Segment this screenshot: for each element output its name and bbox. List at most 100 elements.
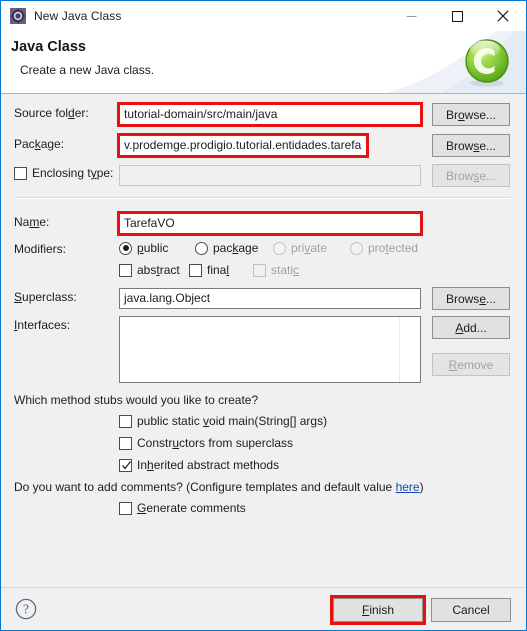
stub-check-main[interactable]: public static void main(String[] args) — [119, 414, 327, 428]
radio-public-dot — [122, 245, 129, 251]
enclosing-type-checkbox-box[interactable] — [14, 166, 27, 180]
browse1-mnemonic: o — [457, 107, 465, 122]
browse1-pre: Br — [445, 107, 458, 122]
interfaces-add-button[interactable]: Add... — [432, 316, 510, 339]
modifier-radio-protected: protected — [350, 241, 418, 255]
radio2-post: ate — [310, 241, 328, 255]
page-subtitle: Create a new Java class. — [20, 63, 155, 77]
radio-private-circle — [273, 241, 286, 255]
new-java-class-dialog: New Java Class Java Class Create a new J… — [0, 0, 527, 631]
close-icon — [497, 10, 509, 22]
stub0-post: oid main(String[] args) — [209, 414, 328, 428]
checkbox-inherited-box[interactable] — [119, 458, 132, 472]
checkbox-static-box — [253, 263, 266, 277]
maximize-icon — [451, 10, 463, 22]
method-stubs-question-text: Which method stubs would you like to cre… — [14, 393, 259, 407]
name-label: Name: — [14, 215, 49, 229]
generate-comments-check[interactable]: Generate comments — [119, 501, 246, 515]
cancel-button[interactable]: Cancel — [431, 598, 511, 622]
enclosing-type-checkbox[interactable]: Enclosing type: — [14, 166, 113, 180]
radio-public-circle[interactable] — [119, 241, 132, 255]
configure-templates-link[interactable]: here — [396, 480, 420, 494]
minimize-button[interactable] — [388, 1, 434, 31]
stub2-pre: In — [137, 458, 148, 472]
browse4-pre: Brows — [445, 291, 480, 306]
package-browse-button[interactable]: Browse... — [432, 134, 510, 157]
checkbox-main-box[interactable] — [119, 414, 132, 428]
checkbox-abstract-box[interactable] — [119, 263, 132, 277]
interfaces-listbox-divider — [399, 317, 400, 382]
interfaces-listbox[interactable] — [119, 316, 421, 383]
radio0-post: ublic — [143, 241, 169, 255]
minimize-icon — [406, 15, 416, 17]
help-icon[interactable]: ? — [15, 598, 37, 620]
chk2-pre: stati — [271, 263, 294, 277]
modifiers-label-text: Modifiers: — [14, 242, 67, 256]
enclosing-type-browse-button: Browse... — [432, 164, 510, 187]
finish-button[interactable]: Finish — [333, 598, 423, 622]
modifier-radio-public[interactable]: public — [119, 241, 168, 255]
radio1-pre: pac — [213, 241, 233, 255]
stub0-pre: public static — [137, 414, 204, 428]
browse2-post: e... — [479, 138, 497, 153]
chk2-mnemonic: c — [293, 263, 300, 277]
name-label-pre: Na — [14, 215, 30, 229]
maximize-button[interactable] — [434, 1, 480, 31]
wizard-body: Source folder: tutorial-domain/src/main/… — [1, 94, 526, 587]
stub-check-inherited[interactable]: Inherited abstract methods — [119, 458, 279, 472]
comments-question-pre: Do you want to add comments? (Configure … — [14, 480, 396, 494]
modifiers-label: Modifiers: — [14, 242, 66, 256]
checkbox-constructors-box[interactable] — [119, 436, 132, 450]
chk0-pre: abs — [137, 263, 157, 277]
svg-text:?: ? — [23, 602, 29, 617]
stub1-post: ctors from superclass — [179, 436, 294, 450]
modifier-radio-package[interactable]: package — [195, 241, 258, 255]
dialog-footer: ? Finish Cancel — [1, 587, 526, 630]
browse1-post: wse... — [464, 107, 497, 122]
window-title: New Java Class — [34, 9, 122, 23]
source-folder-browse-button[interactable]: Browse... — [432, 103, 510, 126]
superclass-label-post: uperclass: — [22, 290, 77, 304]
source-folder-label: Source folder: — [14, 106, 89, 120]
stub1-pre: Constr — [137, 436, 173, 450]
radio2-pre: pri — [291, 241, 305, 255]
checkbox-final-box[interactable] — [189, 263, 202, 277]
radio-package-circle[interactable] — [195, 241, 208, 255]
modifier-check-final[interactable]: final — [189, 263, 229, 277]
enclosing-type-input — [119, 165, 421, 186]
eclipse-wizard-icon — [10, 8, 26, 24]
source-folder-label-mnemonic: d — [68, 106, 75, 120]
modifier-check-abstract[interactable]: abstract — [119, 263, 180, 277]
name-input[interactable]: TarefaVO — [119, 213, 421, 234]
radio0-mnemonic: p — [137, 241, 144, 255]
superclass-label: Superclass: — [14, 290, 77, 304]
superclass-browse-button[interactable]: Browse... — [432, 287, 510, 310]
gen-post: enerate comments — [146, 501, 246, 515]
browse4-mnemonic: e — [479, 291, 486, 306]
finish-post: inish — [369, 603, 395, 617]
superclass-input[interactable]: java.lang.Object — [119, 288, 421, 309]
remove-mnemonic: R — [448, 357, 458, 372]
radio3-post: ected — [388, 241, 419, 255]
modifier-radio-private: private — [273, 241, 327, 255]
package-label-post: age: — [40, 137, 65, 151]
browse3-pre: Brow — [445, 168, 474, 183]
green-c-badge-icon — [465, 39, 509, 87]
enclosing-label-post: pe: — [96, 166, 114, 180]
stub2-mnemonic: h — [147, 458, 154, 472]
package-label-pre: Pac — [14, 137, 35, 151]
source-folder-input[interactable]: tutorial-domain/src/main/java — [119, 104, 421, 125]
enclosing-label-pre: Enclosing t — [32, 166, 91, 180]
superclass-label-mnemonic: S — [14, 290, 23, 304]
package-input[interactable]: v.prodemge.prodigio.tutorial.entidades.t… — [119, 135, 367, 156]
name-label-post: e: — [39, 215, 50, 229]
close-button[interactable] — [480, 1, 526, 31]
stub-check-constructors[interactable]: Constructors from superclass — [119, 436, 293, 450]
radio3-pre: pro — [368, 241, 386, 255]
modifier-check-static: static — [253, 263, 299, 277]
wizard-header: Java Class Create a new Java class. — [1, 31, 526, 94]
checkbox-generate-comments-box[interactable] — [119, 501, 132, 515]
titlebar: New Java Class — [1, 1, 526, 31]
page-title: Java Class — [11, 39, 86, 55]
stub2-post: erited abstract methods — [153, 458, 280, 472]
